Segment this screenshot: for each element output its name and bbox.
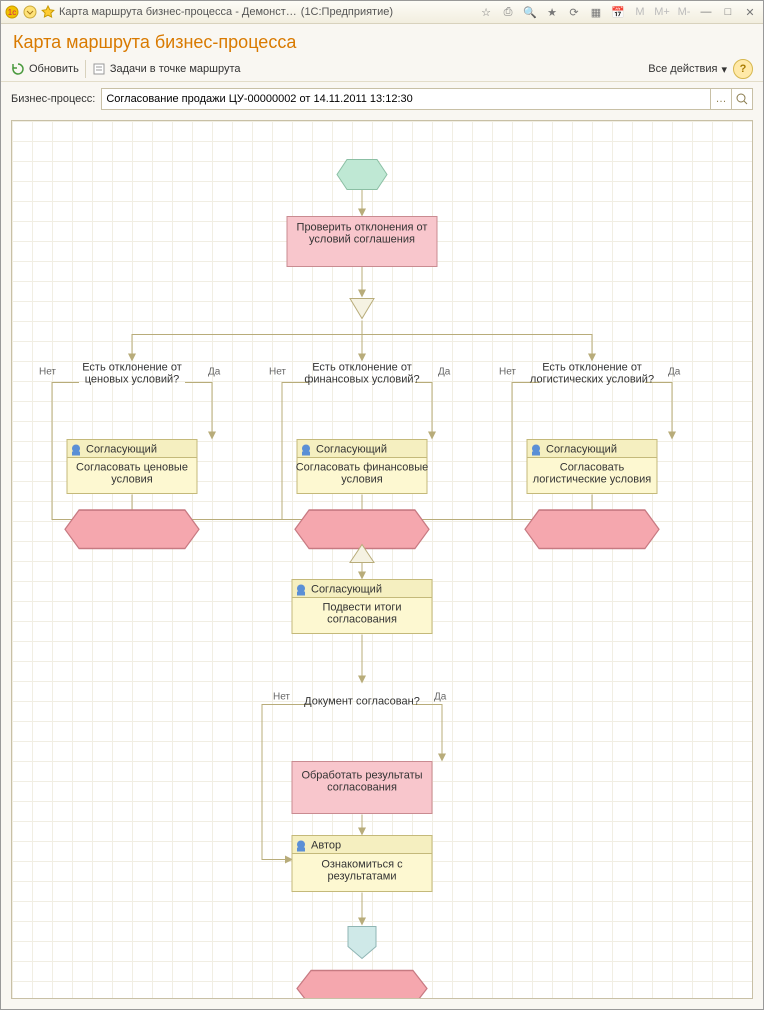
end-node [348, 927, 376, 959]
mem-mplus-icon[interactable]: M+ [653, 4, 671, 20]
refresh-label: Обновить [29, 63, 79, 75]
toolbar-history-icon[interactable]: ⟳ [565, 4, 583, 20]
task-log[interactable]: Согласующий Согласоватьлогистические усл… [527, 440, 657, 494]
tasks-icon [92, 62, 106, 76]
svg-text:Документ согласован?: Документ согласован? [304, 696, 420, 708]
yes-label-3: Да [668, 367, 681, 378]
mem-mminus-icon[interactable]: M- [675, 4, 693, 20]
maximize-icon[interactable]: □ [719, 4, 737, 20]
task-view-results[interactable]: Автор Ознакомиться срезультатами [292, 836, 432, 892]
task-fin[interactable]: Согласующий Согласовать финансовыеуслови… [296, 440, 429, 494]
toolbar-new-icon[interactable]: ☆ [477, 4, 495, 20]
yes-label-4: Да [434, 692, 447, 703]
all-actions-dropdown[interactable]: Все действия ▾ [648, 63, 727, 76]
toolbar-calc-icon[interactable]: ▦ [587, 4, 605, 20]
toolbar-fav-icon[interactable]: ★ [543, 4, 561, 20]
svg-text:Подвести итогисогласования: Подвести итогисогласования [322, 602, 401, 626]
start-node [337, 160, 387, 190]
task-summary[interactable]: Согласующий Подвести итогисогласования [292, 580, 432, 634]
toolbar-print-icon[interactable]: ⎙ [499, 4, 517, 20]
minimize-icon[interactable]: — [697, 4, 715, 20]
tasks-button[interactable]: Задачи в точке маршрута [92, 62, 241, 76]
no-label-1: Нет [39, 367, 56, 378]
svg-text:Проверить отклонения отусловий: Проверить отклонения отусловий соглашени… [297, 222, 428, 246]
task-log-role: Согласующий [546, 444, 617, 456]
split-node [350, 299, 374, 319]
app-logo-icon: 1c [5, 5, 19, 19]
svg-text:Есть отклонение отценовых усло: Есть отклонение отценовых условий? [82, 362, 182, 386]
window-titlebar: 1c Карта маршрута бизнес-процесса - Демо… [1, 1, 763, 24]
yes-label-2: Да [438, 367, 451, 378]
task-fin-role: Согласующий [316, 444, 387, 456]
help-icon[interactable]: ? [733, 59, 753, 79]
toolbar-preview-icon[interactable]: 🔍 [521, 4, 539, 20]
toolbar: Обновить Задачи в точке маршрута Все дей… [1, 57, 763, 82]
business-process-input[interactable] [102, 91, 710, 107]
no-label-4: Нет [273, 692, 290, 703]
refresh-icon [11, 62, 25, 76]
filter-row: Бизнес-процесс: … [1, 82, 763, 116]
svg-text:Есть отклонение отлогистически: Есть отклонение отлогистических условий? [530, 362, 654, 386]
open-button[interactable] [731, 89, 752, 109]
toolbar-calendar-icon[interactable]: 📅 [609, 4, 627, 20]
tasks-label: Задачи в точке маршрута [110, 63, 241, 75]
refresh-button[interactable]: Обновить [11, 62, 79, 76]
favorite-star-icon[interactable] [41, 5, 55, 19]
no-label-2: Нет [269, 367, 286, 378]
svg-text:1c: 1c [8, 8, 16, 17]
window-title: Карта маршрута бизнес-процесса - Демонст… [59, 6, 297, 18]
app-label: (1С:Предприятие) [301, 6, 393, 18]
filter-label: Бизнес-процесс: [11, 93, 95, 105]
no-label-3: Нет [499, 367, 516, 378]
select-button[interactable]: … [710, 89, 731, 109]
task-price[interactable]: Согласующий Согласовать ценовыеусловия [67, 440, 197, 494]
page-title: Карта маршрута бизнес-процесса [1, 24, 763, 57]
diagram-canvas[interactable]: Проверить отклонения отусловий соглашени… [11, 120, 753, 999]
close-icon[interactable]: ✕ [741, 4, 759, 20]
svg-text:Есть отклонение отфинансовых у: Есть отклонение отфинансовых условий? [304, 362, 419, 386]
flowchart-diagram: Проверить отклонения отусловий соглашени… [12, 121, 752, 998]
nav-down-icon[interactable] [23, 5, 37, 19]
all-actions-label: Все действия [648, 63, 717, 75]
task-view-role: Автор [311, 840, 341, 852]
mem-m-icon[interactable]: M [631, 4, 649, 20]
svg-text:Ознакомиться срезультатами: Ознакомиться срезультатами [321, 859, 403, 883]
task-price-role: Согласующий [86, 444, 157, 456]
yes-label-1: Да [208, 367, 221, 378]
business-process-field[interactable]: … [101, 88, 753, 110]
task-summary-role: Согласующий [311, 584, 382, 596]
